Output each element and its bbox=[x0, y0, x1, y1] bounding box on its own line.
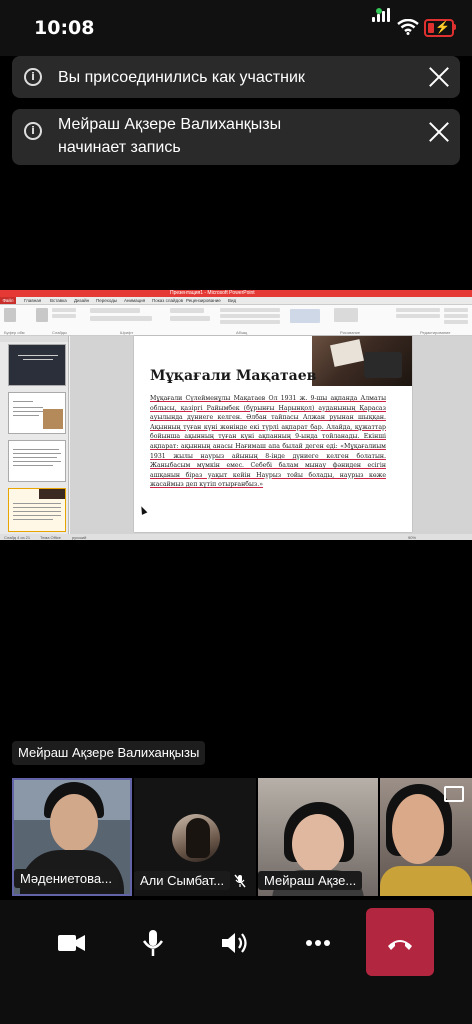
more-icon[interactable] bbox=[282, 908, 352, 978]
close-icon[interactable] bbox=[428, 121, 450, 143]
shared-screen: Презентация1 - Microsoft PowerPoint Файл… bbox=[0, 290, 472, 540]
info-icon: i bbox=[24, 122, 42, 140]
notification-message: Вы присоединились как участник bbox=[58, 69, 305, 86]
ribbon-group-label: Рисование bbox=[340, 330, 361, 335]
ribbon-tab: Вид bbox=[228, 298, 237, 303]
call-controls bbox=[0, 900, 472, 1024]
typewriter-photo bbox=[312, 336, 412, 386]
hangup-button[interactable] bbox=[366, 908, 434, 976]
info-icon: i bbox=[24, 68, 42, 86]
notification-joined: i Вы присоединились как участник bbox=[12, 56, 460, 98]
participant-name: Мәдениетова... bbox=[14, 869, 118, 888]
microphone-icon[interactable] bbox=[118, 908, 188, 978]
participant-tile[interactable]: Али Сымбат... bbox=[134, 778, 256, 896]
ribbon-group-label: Шрифт bbox=[120, 330, 134, 335]
ribbon-group-label: Абзац bbox=[236, 330, 248, 335]
slide-thumbnail: 1 bbox=[8, 344, 66, 386]
close-icon[interactable] bbox=[428, 66, 450, 88]
battery-tip bbox=[453, 24, 456, 30]
slide-thumbnails: 1 2 3 4 bbox=[0, 336, 69, 534]
ribbon-group-label: Редактирование bbox=[420, 330, 451, 335]
ribbon: Буфер обм Слайды Шрифт Абзац Рисование Р… bbox=[0, 305, 472, 336]
mic-off-icon bbox=[234, 874, 246, 888]
ribbon-tab: Анимация bbox=[124, 298, 146, 303]
ribbon-group-label: Слайды bbox=[52, 330, 67, 335]
video-icon[interactable] bbox=[36, 908, 106, 978]
app-statusbar: Слайд 4 из 21 Тема Office русский 90% bbox=[0, 534, 472, 540]
ribbon-tab: Дизайн bbox=[74, 298, 90, 303]
hangup-icon bbox=[388, 940, 412, 950]
screen-share-icon[interactable] bbox=[444, 786, 464, 802]
presenter-name-label: Мейраш Ақзере Валиханқызы bbox=[12, 741, 206, 765]
slide-editor: Мұқағали Мақатаев Мұқағали Сүлейменұлы М… bbox=[70, 336, 472, 534]
ribbon-group-label: Буфер обм bbox=[4, 330, 25, 335]
participant-name: Мейраш Ақзе... bbox=[258, 871, 363, 890]
ribbon-tabs: Файл Главная Вставка Дизайн Переходы Ани… bbox=[0, 297, 472, 305]
participant-tile[interactable]: Мейраш Ақзе... bbox=[258, 778, 378, 896]
status-bar: 10:08 ⚡ bbox=[0, 0, 472, 56]
slide-thumbnail: 2 bbox=[8, 392, 66, 434]
notification-recording: i Мейраш Ақзере Валиханқызы начинает зап… bbox=[12, 109, 460, 165]
slide-thumbnail-selected: 4 bbox=[8, 488, 66, 532]
participant-name: Али Сымбат... bbox=[134, 871, 231, 890]
slide-counter: Слайд 4 из 21 bbox=[4, 534, 31, 540]
speaker-icon[interactable] bbox=[200, 908, 270, 978]
ribbon-tab: Переходы bbox=[96, 298, 118, 303]
ribbon-tab: Рецензирование bbox=[186, 298, 221, 303]
ribbon-tab: Вставка bbox=[50, 298, 67, 303]
slide-body-text: Мұқағали Сүлейменұлы Мақатаев Ол 1931 ж.… bbox=[150, 395, 386, 489]
thumbnail-tabs bbox=[0, 336, 68, 342]
battery-icon: ⚡ bbox=[424, 19, 454, 37]
participant-tile[interactable] bbox=[380, 778, 472, 896]
ribbon-tab-file: Файл bbox=[0, 297, 16, 304]
app-titlebar: Презентация1 - Microsoft PowerPoint bbox=[0, 290, 472, 297]
language: русский bbox=[72, 534, 87, 540]
participant-avatar bbox=[172, 814, 220, 862]
current-slide: Мұқағали Мақатаев Мұқағали Сүлейменұлы М… bbox=[134, 336, 412, 532]
ribbon-tab: Главная bbox=[24, 298, 42, 303]
status-time: 10:08 bbox=[34, 17, 95, 39]
participant-tile[interactable]: Мәдениетова... bbox=[12, 778, 132, 896]
slide-thumbnail: 3 bbox=[8, 440, 66, 482]
theme-name: Тема Office bbox=[40, 534, 61, 540]
wifi-icon bbox=[397, 19, 419, 35]
ribbon-tab: Показ слайдов bbox=[152, 298, 183, 303]
app-title: Презентация1 - Microsoft PowerPoint bbox=[170, 290, 255, 296]
notification-message: Мейраш Ақзере Валиханқызы начинает запис… bbox=[58, 116, 282, 156]
slide-title: Мұқағали Мақатаев bbox=[150, 368, 317, 384]
zoom-level: 90% bbox=[408, 534, 417, 540]
